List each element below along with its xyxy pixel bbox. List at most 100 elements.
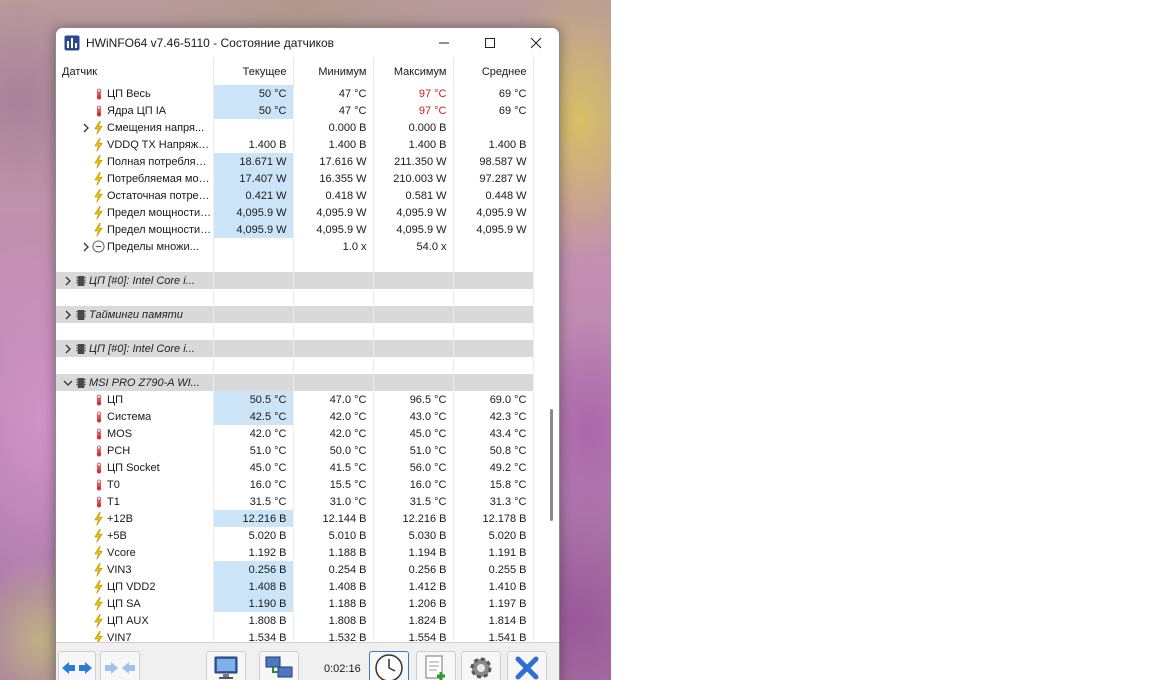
lightning-icon — [92, 545, 105, 560]
current-value: 0.421 W — [213, 187, 294, 204]
table-row[interactable]: Ядра ЦП IA 50 °C 47 °C 97 °C 69 °C — [56, 102, 534, 119]
average-value — [453, 306, 534, 323]
table-row[interactable]: MOS 42.0 °C 42.0 °C 45.0 °C 43.4 °C — [56, 425, 534, 442]
maximum-value: 43.0 °C — [373, 408, 454, 425]
current-value: 18.671 W — [213, 153, 294, 170]
column-header-maximum[interactable]: Максимум — [373, 58, 454, 85]
minimum-value: 42.0 °C — [293, 408, 374, 425]
navigate-disabled-button[interactable] — [100, 651, 140, 680]
maximum-value: 12.216 В — [373, 510, 454, 527]
minimum-value: 1.400 В — [293, 136, 374, 153]
maximum-value: 51.0 °C — [373, 442, 454, 459]
column-header-current[interactable]: Текущее — [213, 58, 294, 85]
column-header-average[interactable]: Среднее — [453, 58, 534, 85]
network-button[interactable] — [259, 651, 299, 680]
table-row[interactable]: Пределы множи... 1.0 x 54.0 x — [56, 238, 534, 255]
average-value: 12.178 В — [453, 510, 534, 527]
settings-button[interactable] — [461, 651, 501, 680]
average-value: 49.2 °C — [453, 459, 534, 476]
table-row[interactable]: ЦП VDD2 1.408 В 1.408 В 1.412 В 1.410 В — [56, 578, 534, 595]
chevron-right-icon[interactable] — [62, 344, 74, 354]
timer-button[interactable] — [369, 651, 409, 680]
minimum-value: 50.0 °C — [293, 442, 374, 459]
current-value: 45.0 °C — [213, 459, 294, 476]
scrollbar-thumb[interactable] — [550, 409, 553, 521]
average-value — [453, 272, 534, 289]
current-value: 1.400 В — [213, 136, 294, 153]
average-value: 69 °C — [453, 102, 534, 119]
sensor-label: VDDQ TX Напряжение — [107, 138, 213, 151]
table-row[interactable]: +12В 12.216 В 12.144 В 12.216 В 12.178 В — [56, 510, 534, 527]
table-row[interactable]: Смещения напря... 0.000 В 0.000 В — [56, 119, 534, 136]
sensor-name-cell: T0 — [56, 476, 214, 493]
table-row[interactable]: T1 31.5 °C 31.0 °C 31.5 °C 31.3 °C — [56, 493, 534, 510]
close-window-button[interactable] — [513, 28, 559, 58]
table-row[interactable]: ЦП AUX 1.808 В 1.808 В 1.824 В 1.814 В — [56, 612, 534, 629]
chevron-right-icon[interactable] — [62, 276, 74, 286]
maximize-button[interactable] — [467, 28, 513, 58]
current-value — [213, 272, 294, 289]
table-row[interactable]: PCH 51.0 °C 50.0 °C 51.0 °C 50.8 °C — [56, 442, 534, 459]
sensor-group-row[interactable]: MSI PRO Z790-A WI... — [56, 374, 534, 391]
table-row[interactable]: Полная потребляем... 18.671 W 17.616 W 211.… — [56, 153, 534, 170]
report-button[interactable] — [416, 651, 456, 680]
sensor-group-row[interactable]: ЦП [#0]: Intel Core i... — [56, 272, 534, 289]
average-value: 31.3 °C — [453, 493, 534, 510]
sensor-label: MOS — [107, 427, 133, 440]
sensor-name-cell: Потребляемая мощ... — [56, 170, 214, 187]
column-header-minimum[interactable]: Минимум — [293, 58, 374, 85]
average-value — [453, 238, 534, 255]
sensor-name-cell: VIN7 — [56, 629, 214, 643]
sensor-name-cell: VIN3 — [56, 561, 214, 578]
current-value — [213, 374, 294, 391]
table-row[interactable]: Vcore 1.192 В 1.188 В 1.194 В 1.191 В — [56, 544, 534, 561]
column-header-sensor[interactable]: Датчик — [56, 58, 214, 85]
sensor-name-cell: Полная потребляем... — [56, 153, 214, 170]
sensor-label: ЦП — [107, 393, 124, 406]
title-bar[interactable]: HWiNFO64 v7.46-5110 - Состояние датчиков — [56, 28, 559, 58]
average-value — [453, 119, 534, 136]
vertical-scrollbar[interactable] — [546, 58, 559, 642]
chevron-right-icon[interactable] — [80, 242, 92, 252]
chevron-right-icon[interactable] — [80, 123, 92, 133]
minimize-button[interactable] — [421, 28, 467, 58]
table-row[interactable]: T0 16.0 °C 15.5 °C 16.0 °C 15.8 °C — [56, 476, 534, 493]
table-row[interactable]: ЦП 50.5 °C 47.0 °C 96.5 °C 69.0 °C — [56, 391, 534, 408]
minimum-value: 16.355 W — [293, 170, 374, 187]
table-row[interactable]: ЦП Socket 45.0 °C 41.5 °C 56.0 °C 49.2 °C — [56, 459, 534, 476]
maximum-value — [373, 374, 454, 391]
empty-cell — [373, 323, 454, 340]
sensor-label: ЦП Socket — [107, 461, 160, 474]
current-value — [213, 119, 294, 136]
table-row[interactable]: VIN7 1.534 В 1.532 В 1.554 В 1.541 В — [56, 629, 534, 643]
navigate-button[interactable] — [58, 651, 96, 680]
chevron-right-icon[interactable] — [62, 310, 74, 320]
sensor-label: VIN7 — [107, 631, 132, 643]
table-row[interactable]: Потребляемая мощ... 17.407 W 16.355 W 210.0… — [56, 170, 534, 187]
table-row[interactable]: +5В 5.020 В 5.010 В 5.030 В 5.020 В — [56, 527, 534, 544]
sensor-name-cell: Смещения напря... — [56, 119, 214, 136]
average-value: 1.541 В — [453, 629, 534, 642]
sensor-name-cell: ЦП — [56, 391, 214, 408]
chevron-down-icon[interactable] — [62, 379, 74, 387]
summary-button[interactable] — [206, 651, 246, 680]
current-value: 1.534 В — [213, 629, 294, 642]
sensor-name-cell: Тайминги памяти — [56, 306, 214, 323]
table-row[interactable]: Предел мощности P... 4,095.9 W 4,095.9 W 4,… — [56, 204, 534, 221]
table-row[interactable]: VDDQ TX Напряжение 1.400 В 1.400 В 1.400 В1… — [56, 136, 534, 153]
sensor-group-row[interactable]: Тайминги памяти — [56, 306, 534, 323]
exit-button[interactable] — [507, 651, 547, 680]
table-row[interactable]: Предел мощности P... 4,095.9 W 4,095.9 W 4,… — [56, 221, 534, 238]
table-row[interactable]: ЦП Весь 50 °C 47 °C 97 °C 69 °C — [56, 85, 534, 102]
sensor-group-row[interactable]: ЦП [#0]: Intel Core i... — [56, 340, 534, 357]
empty-cell — [56, 289, 214, 306]
table-row[interactable]: ЦП SA 1.190 В 1.188 В 1.206 В 1.197 В — [56, 595, 534, 612]
table-row[interactable]: VIN3 0.256 В 0.254 В 0.256 В 0.255 В — [56, 561, 534, 578]
thermometer-icon — [92, 410, 105, 424]
sensor-table-area[interactable]: Датчик Текущее Минимум Максимум Среднее … — [56, 58, 559, 643]
table-row[interactable]: Система 42.5 °C 42.0 °C 43.0 °C 42.3 °C — [56, 408, 534, 425]
minimum-value: 0.254 В — [293, 561, 374, 578]
maximum-value: 54.0 x — [373, 238, 454, 255]
empty-cell — [213, 289, 294, 306]
table-row[interactable]: Остаточная потреб... 0.421 W 0.418 W 0.581 … — [56, 187, 534, 204]
